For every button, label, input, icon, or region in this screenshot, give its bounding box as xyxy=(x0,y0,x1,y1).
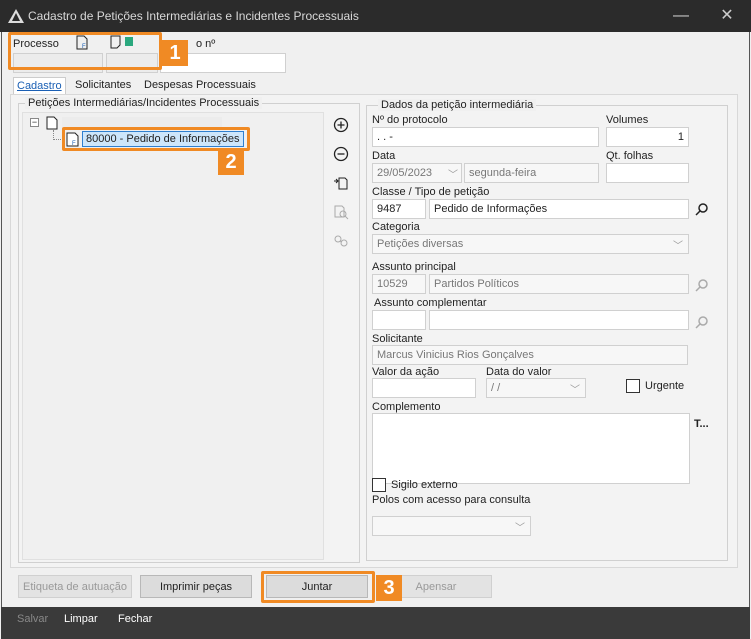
assunto-complementar-label: Assunto complementar xyxy=(374,297,487,309)
assunto-principal-code[interactable]: 10529 xyxy=(372,274,426,294)
chevron-down-icon[interactable]: ﹀ xyxy=(673,237,683,252)
numero-label: o nº xyxy=(196,38,216,50)
categoria-label: Categoria xyxy=(372,221,420,233)
sigilo-checkbox[interactable] xyxy=(372,478,386,492)
classe-label: Classe / Tipo de petição xyxy=(372,186,490,198)
search-icon xyxy=(695,316,708,329)
chevron-down-icon[interactable]: ﹀ xyxy=(515,519,525,534)
chevron-down-icon[interactable]: ﹀ xyxy=(570,381,580,396)
move-document-icon[interactable] xyxy=(333,175,349,191)
solicitante-label: Solicitante xyxy=(372,333,423,345)
callout-badge-2: 2 xyxy=(218,149,244,175)
polos-label: Polos com acesso para consulta xyxy=(372,494,531,506)
dia-semana-field: segunda-feira xyxy=(464,163,599,183)
search-icon[interactable] xyxy=(695,202,709,216)
tab-cadastro[interactable]: Cadastro xyxy=(13,77,66,94)
link-icon xyxy=(334,235,348,247)
peticoes-tree[interactable] xyxy=(22,112,324,560)
window-title: Cadastro de Petições Intermediárias e In… xyxy=(28,9,359,23)
assunto-principal-value[interactable]: Partidos Políticos xyxy=(429,274,689,294)
urgente-checkbox[interactable] xyxy=(626,379,640,393)
valor-acao-label: Valor da ação xyxy=(372,366,440,378)
peticoes-group-title: Petições Intermediárias/Incidentes Proce… xyxy=(25,97,263,109)
dados-group-title: Dados da petição intermediária xyxy=(378,99,537,111)
callout-frame-3 xyxy=(261,571,375,603)
limpar-button[interactable]: Limpar xyxy=(64,613,98,625)
valor-acao-input[interactable] xyxy=(372,378,476,398)
categoria-select[interactable]: Petições diversas xyxy=(372,234,689,254)
title-bar: Cadastro de Petições Intermediárias e In… xyxy=(0,0,751,32)
complemento-textarea[interactable] xyxy=(372,413,690,484)
imprimir-button[interactable]: Imprimir peças xyxy=(140,575,252,598)
tab-despesas-processuais[interactable]: Despesas Processuais xyxy=(141,77,259,94)
assunto-complementar-code[interactable] xyxy=(372,310,426,330)
volumes-input[interactable]: 1 xyxy=(606,127,689,147)
protocolo-input[interactable]: . . - xyxy=(372,127,599,147)
sigilo-label: Sigilo externo xyxy=(391,479,458,491)
app-logo-icon xyxy=(8,9,24,23)
assunto-complementar-value[interactable] xyxy=(429,310,689,330)
classe-value-input[interactable]: Pedido de Informações xyxy=(429,199,689,219)
tree-root-document-icon xyxy=(46,116,58,130)
data-label: Data xyxy=(372,150,396,162)
salvar-button[interactable]: Salvar xyxy=(17,613,48,625)
etiqueta-button[interactable]: Etiqueta de autuação xyxy=(18,575,132,598)
tab-solicitantes[interactable]: Solicitantes xyxy=(72,77,134,94)
remove-icon[interactable] xyxy=(333,146,349,162)
tree-collapse-icon[interactable]: − xyxy=(30,118,39,127)
qt-folhas-input[interactable] xyxy=(606,163,689,183)
classe-code-input[interactable]: 9487 xyxy=(372,199,426,219)
fechar-button[interactable]: Fechar xyxy=(118,613,152,625)
qt-folhas-label: Qt. folhas xyxy=(606,150,654,162)
data-value: 29/05/2023 xyxy=(377,167,433,179)
callout-frame-2 xyxy=(62,127,250,151)
callout-frame-1 xyxy=(8,32,162,70)
minimize-button[interactable]: — xyxy=(670,6,692,26)
close-button[interactable]: ✕ xyxy=(716,6,738,26)
search-icon xyxy=(695,279,708,292)
urgente-label: Urgente xyxy=(645,380,685,392)
footer-bar xyxy=(1,607,750,639)
search-document-icon xyxy=(334,205,349,220)
protocolo-label: Nº do protocolo xyxy=(372,114,448,126)
assunto-principal-label: Assunto principal xyxy=(372,261,456,273)
callout-badge-3: 3 xyxy=(376,575,402,601)
data-valor-label: Data do valor xyxy=(486,366,552,378)
complemento-label: Complemento xyxy=(372,401,441,413)
polos-select[interactable] xyxy=(372,516,531,536)
text-tool-button[interactable]: T... xyxy=(694,418,709,430)
add-icon[interactable] xyxy=(333,117,349,133)
volumes-label: Volumes xyxy=(606,114,649,126)
solicitante-field[interactable]: Marcus Vinicius Rios Gonçalves xyxy=(372,345,688,365)
chevron-down-icon[interactable]: ﹀ xyxy=(448,166,458,181)
callout-badge-1: 1 xyxy=(162,40,188,66)
